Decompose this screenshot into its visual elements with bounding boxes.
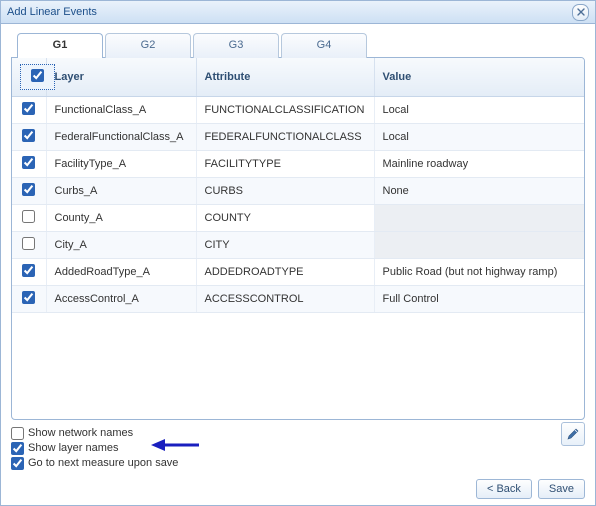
events-grid: Layer Attribute Value FunctionalClass_AF… [12, 58, 584, 313]
row-attribute: FUNCTIONALCLASSIFICATION [196, 97, 374, 124]
row-attribute: ACCESSCONTROL [196, 286, 374, 313]
back-button[interactable]: < Back [476, 479, 532, 499]
row-checkbox[interactable] [22, 237, 35, 250]
tab-g1[interactable]: G1 [17, 33, 103, 58]
table-row: City_ACITY [12, 232, 584, 259]
column-header-layer[interactable]: Layer [46, 58, 196, 97]
table-row: AccessControl_AACCESSCONTROLFull Control [12, 286, 584, 313]
window-title: Add Linear Events [7, 6, 572, 18]
button-bar: < Back Save [11, 471, 585, 499]
tab-g2[interactable]: G2 [105, 33, 191, 58]
show-layer-names-checkbox[interactable] [11, 442, 24, 455]
row-checkbox-cell [12, 259, 46, 286]
row-attribute: COUNTY [196, 205, 374, 232]
add-linear-events-window: Add Linear Events G1 G2 G3 G4 [0, 0, 596, 506]
titlebar: Add Linear Events [1, 1, 595, 24]
row-value[interactable]: None [374, 178, 584, 205]
row-layer: AccessControl_A [46, 286, 196, 313]
row-attribute: ADDEDROADTYPE [196, 259, 374, 286]
tab-g4[interactable]: G4 [281, 33, 367, 58]
row-value[interactable]: Mainline roadway [374, 151, 584, 178]
edit-button[interactable] [561, 422, 585, 446]
show-layer-names-label[interactable]: Show layer names [28, 441, 119, 456]
row-checkbox[interactable] [22, 210, 35, 223]
table-row: FacilityType_AFACILITYTYPEMainline roadw… [12, 151, 584, 178]
tabstrip: G1 G2 G3 G4 [11, 32, 585, 57]
save-button[interactable]: Save [538, 479, 585, 499]
row-value[interactable]: Public Road (but not highway ramp) [374, 259, 584, 286]
row-attribute: CITY [196, 232, 374, 259]
row-value[interactable]: Local [374, 124, 584, 151]
close-button[interactable] [572, 4, 589, 21]
table-row: FunctionalClass_AFUNCTIONALCLASSIFICATIO… [12, 97, 584, 124]
row-checkbox-cell [12, 205, 46, 232]
table-row: County_ACOUNTY [12, 205, 584, 232]
go-to-next-measure-checkbox[interactable] [11, 457, 24, 470]
row-layer: Curbs_A [46, 178, 196, 205]
row-value[interactable]: Local [374, 97, 584, 124]
row-value[interactable] [374, 232, 584, 259]
row-checkbox-cell [12, 178, 46, 205]
row-checkbox-cell [12, 286, 46, 313]
table-row: Curbs_ACURBSNone [12, 178, 584, 205]
row-attribute: CURBS [196, 178, 374, 205]
row-checkbox[interactable] [22, 183, 35, 196]
column-header-value[interactable]: Value [374, 58, 584, 97]
show-network-names-checkbox[interactable] [11, 427, 24, 440]
close-icon [577, 8, 585, 16]
row-checkbox-cell [12, 124, 46, 151]
row-layer: FunctionalClass_A [46, 97, 196, 124]
row-value[interactable] [374, 205, 584, 232]
row-layer: AddedRoadType_A [46, 259, 196, 286]
show-network-names-label[interactable]: Show network names [28, 426, 133, 441]
column-header-attribute[interactable]: Attribute [196, 58, 374, 97]
table-row: AddedRoadType_AADDEDROADTYPEPublic Road … [12, 259, 584, 286]
select-all-checkbox[interactable] [31, 69, 44, 82]
row-checkbox[interactable] [22, 102, 35, 115]
row-layer: City_A [46, 232, 196, 259]
row-checkbox-cell [12, 232, 46, 259]
row-checkbox[interactable] [22, 264, 35, 277]
row-layer: County_A [46, 205, 196, 232]
table-row: FederalFunctionalClass_AFEDERALFUNCTIONA… [12, 124, 584, 151]
row-layer: FederalFunctionalClass_A [46, 124, 196, 151]
row-checkbox-cell [12, 151, 46, 178]
row-layer: FacilityType_A [46, 151, 196, 178]
row-checkbox[interactable] [22, 291, 35, 304]
row-checkbox-cell [12, 97, 46, 124]
row-attribute: FACILITYTYPE [196, 151, 374, 178]
row-value[interactable]: Full Control [374, 286, 584, 313]
pencil-icon [566, 427, 580, 441]
row-checkbox[interactable] [22, 129, 35, 142]
footer-options: Show network names Show layer names Go t… [11, 420, 585, 471]
header-checkbox-cell [12, 58, 46, 97]
tab-panel: Layer Attribute Value FunctionalClass_AF… [11, 57, 585, 420]
row-checkbox[interactable] [22, 156, 35, 169]
go-to-next-measure-label[interactable]: Go to next measure upon save [28, 456, 178, 471]
tab-g3[interactable]: G3 [193, 33, 279, 58]
row-attribute: FEDERALFUNCTIONALCLASS [196, 124, 374, 151]
